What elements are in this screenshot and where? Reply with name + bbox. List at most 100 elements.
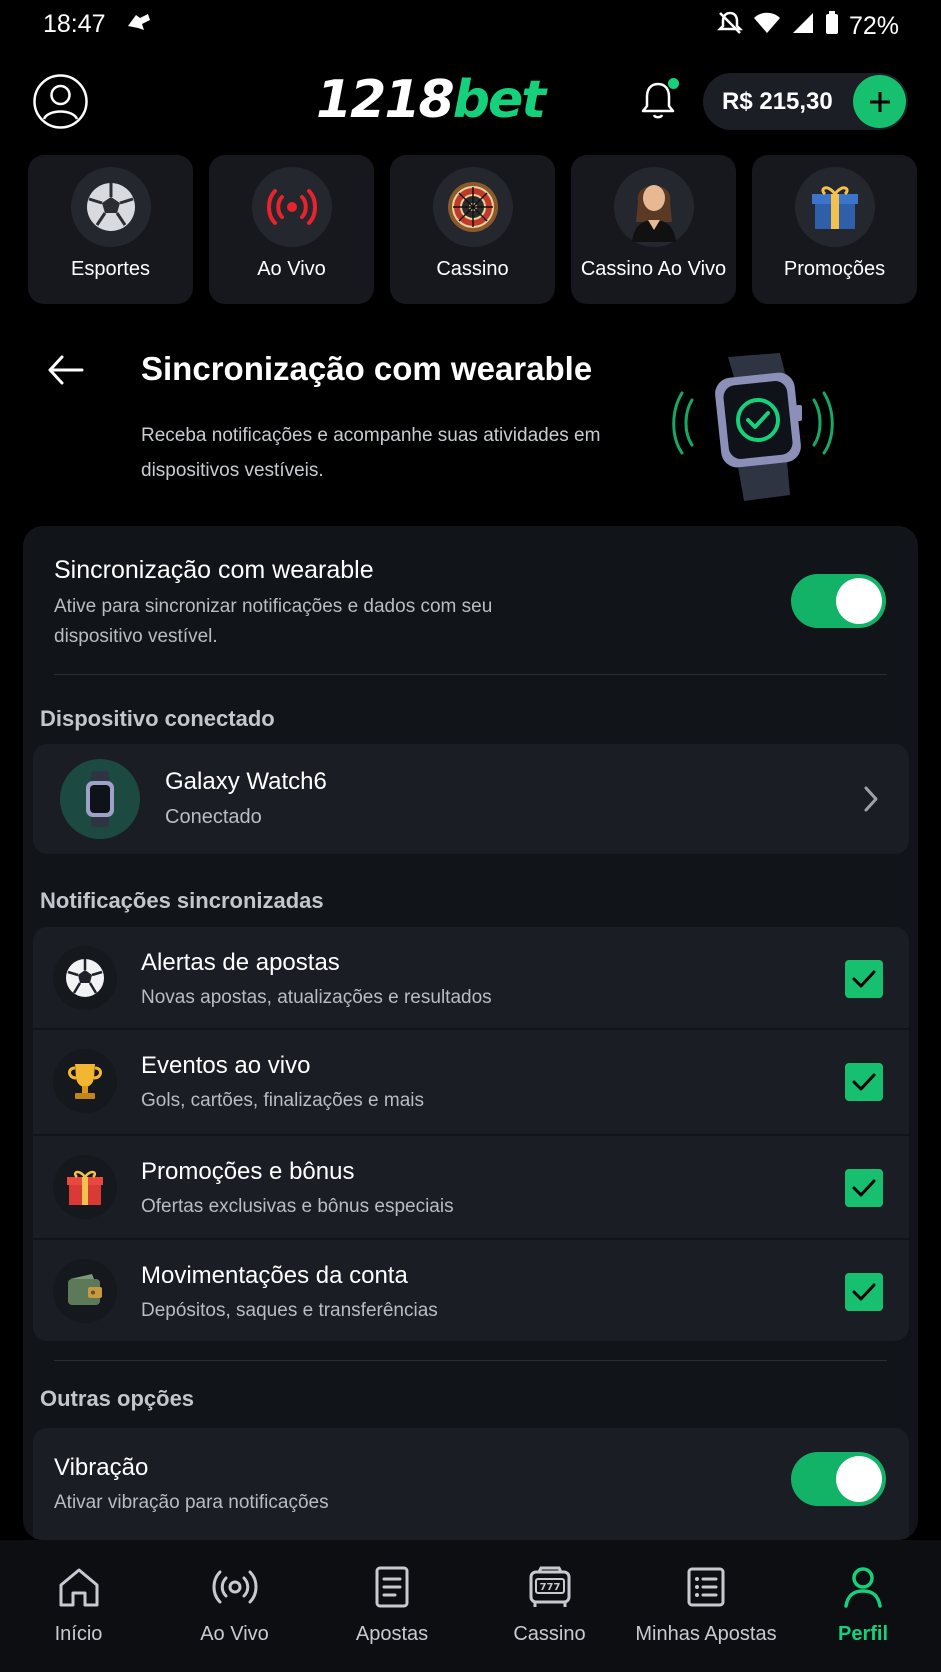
- nav-cassino[interactable]: 777 Cassino: [472, 1540, 627, 1672]
- category-esportes[interactable]: Esportes: [28, 155, 193, 304]
- checkbox-checked[interactable]: [845, 1169, 883, 1207]
- slot-machine-icon: 777: [527, 1564, 573, 1610]
- device-status: Conectado: [165, 806, 262, 828]
- other-options-label: Outras opções: [40, 1386, 195, 1411]
- brand-logo[interactable]: 1218bet: [316, 70, 546, 130]
- check-icon: [852, 1073, 876, 1091]
- sync-description: Ative para sincronizar notificações e da…: [54, 596, 493, 647]
- chevron-right-icon: [861, 784, 881, 814]
- notification-item-alertas[interactable]: Alertas de apostas Novas apostas, atuali…: [33, 927, 909, 1029]
- balance-amount: R$ 215,30: [722, 88, 833, 115]
- live-dealer-icon: [614, 167, 694, 247]
- vibration-toggle[interactable]: [791, 1452, 886, 1506]
- status-indicators: 72%: [716, 10, 899, 43]
- notification-description: Depósitos, saques e transferências: [141, 1300, 438, 1321]
- plus-icon: [869, 91, 890, 112]
- gift-icon: [795, 167, 875, 247]
- notification-title: Promoções e bônus: [141, 1158, 355, 1185]
- nav-label: Ao Vivo: [200, 1623, 269, 1645]
- check-icon: [852, 970, 876, 988]
- bottom-navigation: Início Ao Vivo Apostas 777 Cassino Minha…: [0, 1540, 941, 1672]
- nav-label: Perfil: [837, 1623, 889, 1645]
- nav-ao-vivo[interactable]: Ao Vivo: [157, 1540, 312, 1672]
- notification-item-movimentacoes[interactable]: Movimentações da conta Depósitos, saques…: [33, 1240, 909, 1341]
- device-name: Galaxy Watch6: [165, 768, 327, 795]
- trophy-icon: [53, 1049, 117, 1113]
- gift-icon: [53, 1155, 117, 1219]
- nav-apostas[interactable]: Apostas: [312, 1540, 472, 1672]
- category-cassino-ao-vivo[interactable]: Cassino Ao Vivo: [571, 155, 736, 304]
- profile-icon: [840, 1564, 886, 1610]
- settings-card: Sincronização com wearable Ative para si…: [23, 526, 918, 1540]
- notification-badge: [668, 78, 679, 89]
- notification-title: Movimentações da conta: [141, 1262, 408, 1289]
- nav-minhas-apostas[interactable]: Minhas Apostas: [627, 1540, 785, 1672]
- vibration-title: Vibração: [54, 1454, 149, 1481]
- bets-icon: [369, 1564, 415, 1610]
- mute-icon: [716, 10, 743, 43]
- back-arrow-icon[interactable]: [46, 352, 86, 388]
- soccer-ball-icon: [71, 167, 151, 247]
- wallet-icon: [53, 1259, 117, 1323]
- battery-percent: 72%: [848, 12, 899, 40]
- nav-label: Cassino: [513, 1623, 586, 1645]
- divider: [54, 674, 887, 675]
- divider: [54, 1360, 887, 1361]
- logo-word: bet: [452, 70, 546, 130]
- checkbox-checked[interactable]: [845, 1273, 883, 1311]
- category-label: Ao Vivo: [257, 258, 326, 280]
- top-bar: 1218bet R$ 215,30: [0, 66, 941, 138]
- status-time: 18:47: [43, 10, 106, 38]
- connected-device-row[interactable]: Galaxy Watch6 Conectado: [33, 744, 909, 854]
- category-label: Promoções: [783, 258, 886, 280]
- page-title: Sincronização com wearable: [141, 350, 593, 387]
- logo-number: 1218: [316, 70, 455, 130]
- nav-inicio[interactable]: Início: [0, 1540, 157, 1672]
- synced-notifications-label: Notificações sincronizadas: [40, 888, 324, 913]
- svg-text:777: 777: [539, 1582, 560, 1593]
- notification-app-icon: [126, 12, 152, 39]
- notification-title: Eventos ao vivo: [141, 1052, 311, 1079]
- roulette-icon: [433, 167, 513, 247]
- sync-toggle[interactable]: [791, 574, 886, 628]
- balance-pill[interactable]: R$ 215,30: [703, 73, 908, 130]
- add-funds-button[interactable]: [853, 75, 906, 128]
- category-cassino[interactable]: Cassino: [390, 155, 555, 304]
- account-icon[interactable]: [32, 73, 89, 130]
- connected-device-label: Dispositivo conectado: [40, 706, 275, 731]
- battery-icon: [825, 11, 839, 42]
- checkbox-checked[interactable]: [845, 1063, 883, 1101]
- check-icon: [852, 1283, 876, 1301]
- live-icon: [212, 1564, 258, 1610]
- vibration-description: Ativar vibração para notificações: [54, 1492, 329, 1513]
- sync-title: Sincronização com wearable: [54, 556, 374, 584]
- nav-perfil[interactable]: Perfil: [785, 1540, 941, 1672]
- vibration-row[interactable]: Vibração Ativar vibração para notificaçõ…: [33, 1428, 909, 1540]
- notification-item-promocoes[interactable]: Promoções e bônus Ofertas exclusivas e b…: [33, 1136, 909, 1238]
- nav-label: Início: [54, 1623, 103, 1645]
- notification-title: Alertas de apostas: [141, 949, 340, 976]
- signal-icon: [791, 11, 815, 42]
- category-tiles: Esportes Ao Vivo Cassino Cassino Ao Vivo…: [28, 155, 917, 304]
- category-label: Cassino: [436, 258, 509, 280]
- status-bar: 18:47 72%: [0, 0, 941, 50]
- notifications-list: Alertas de apostas Novas apostas, atuali…: [33, 927, 909, 1341]
- nav-label: Apostas: [355, 1623, 429, 1645]
- category-ao-vivo[interactable]: Ao Vivo: [209, 155, 374, 304]
- checkbox-checked[interactable]: [845, 960, 883, 998]
- my-bets-icon: [683, 1564, 729, 1610]
- home-icon: [56, 1564, 102, 1610]
- check-icon: [852, 1179, 876, 1197]
- notification-description: Ofertas exclusivas e bônus especiais: [141, 1196, 454, 1217]
- wifi-icon: [753, 11, 781, 42]
- category-promocoes[interactable]: Promoções: [752, 155, 917, 304]
- notification-description: Gols, cartões, finalizações e mais: [141, 1090, 425, 1111]
- soccer-ball-icon: [53, 946, 117, 1010]
- page-subtitle: Receba notificações e acompanhe suas ati…: [141, 425, 601, 481]
- notification-item-eventos[interactable]: Eventos ao vivo Gols, cartões, finalizaç…: [33, 1030, 909, 1132]
- smartwatch-illustration-icon: [668, 345, 838, 505]
- category-label: Cassino Ao Vivo: [580, 258, 727, 280]
- live-broadcast-icon: [252, 167, 332, 247]
- category-label: Esportes: [71, 258, 150, 280]
- notification-description: Novas apostas, atualizações e resultados: [141, 987, 492, 1008]
